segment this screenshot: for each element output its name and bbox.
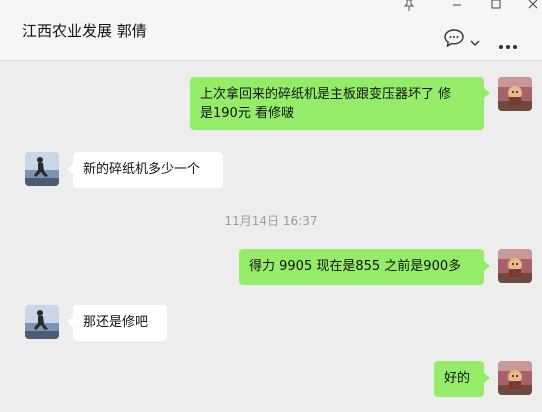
pin-icon[interactable]: [402, 0, 416, 13]
chat-bubble-icon[interactable]: [444, 29, 464, 51]
avatar[interactable]: [498, 249, 532, 283]
more-icon[interactable]: [498, 35, 518, 54]
avatar[interactable]: [25, 305, 59, 339]
avatar[interactable]: [498, 361, 532, 395]
header-actions: [440, 29, 530, 49]
bubble-tail: [484, 373, 490, 383]
message-bubble[interactable]: 好的: [434, 361, 484, 397]
chat-header: 江西农业发展 郭倩: [0, 0, 542, 61]
minimize-icon[interactable]: [450, 0, 464, 13]
chevron-down-icon[interactable]: [470, 32, 480, 51]
message-bubble[interactable]: 新的碎纸机多少一个: [73, 152, 223, 188]
bubble-tail: [484, 88, 490, 98]
message-bubble[interactable]: 得力 9905 现在是855 之前是900多: [239, 249, 484, 285]
avatar[interactable]: [498, 77, 532, 111]
message-bubble[interactable]: 上次拿回来的碎纸机是主板跟变压器坏了 修 是190元 看修啵: [190, 77, 484, 130]
chat-title: 江西农业发展 郭倩: [22, 22, 147, 40]
message-timestamp: 11月14日 16:37: [224, 214, 318, 228]
maximize-icon[interactable]: [489, 0, 503, 13]
avatar[interactable]: [25, 152, 59, 186]
message-bubble[interactable]: 那还是修吧: [73, 305, 167, 341]
close-icon[interactable]: [526, 0, 540, 13]
chat-window: 江西农业发展 郭倩 上次拿回来的碎纸机是主板跟变压器坏了 修 是190元 看修啵…: [0, 0, 542, 412]
bubble-tail: [484, 261, 490, 271]
